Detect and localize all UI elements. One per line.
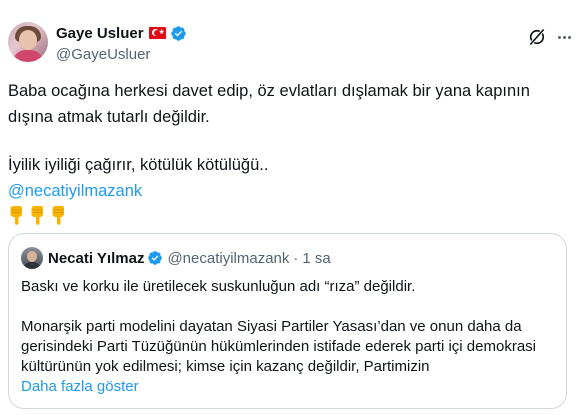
- author-header: Gaye Usluer ★ @GayeUsluer: [56, 24, 187, 63]
- show-more-link[interactable]: Daha fazla göster: [21, 377, 551, 397]
- tweet-paragraph: Baba ocağına herkesi davet edip, öz evla…: [8, 82, 530, 126]
- quoted-paragraph: Monarşik parti modelini dayatan Siyasi P…: [21, 318, 536, 375]
- tweet-text: Baba ocağına herkesi davet edip, öz evla…: [8, 78, 568, 225]
- mention-link[interactable]: @necatiyilmazank: [8, 178, 568, 204]
- quoted-author-handle: @necatiyilmazank: [167, 249, 290, 267]
- tweet-card: Gaye Usluer ★ @GayeUsluer Baba ocağına h…: [0, 0, 577, 415]
- tweet-paragraph: İyilik iyiliği çağırır, kötülük kötülüğü…: [8, 156, 269, 174]
- author-avatar[interactable]: [8, 22, 48, 62]
- quoted-tweet[interactable]: Necati Yılmaz @necatiyilmazank · 1 sa Ba…: [8, 233, 567, 409]
- pointing-down-hand-icon: [52, 206, 64, 225]
- author-handle[interactable]: @GayeUsluer: [56, 46, 187, 63]
- pointing-down-hand-icon: [10, 206, 22, 225]
- meta-separator: ·: [293, 249, 299, 267]
- quoted-avatar: [21, 247, 43, 269]
- author-name[interactable]: Gaye Usluer: [56, 25, 144, 42]
- quoted-author-name: Necati Yılmaz: [48, 249, 145, 267]
- quoted-paragraph: Baskı ve korku ile üretilecek suskunluğu…: [21, 278, 416, 295]
- emoji-row: [8, 205, 568, 225]
- turkey-flag-icon: ★: [148, 27, 166, 39]
- more-options-icon[interactable]: [553, 26, 575, 48]
- verified-badge-icon: [170, 25, 186, 41]
- quoted-header: Necati Yılmaz @necatiyilmazank · 1 sa: [21, 247, 331, 269]
- grok-icon[interactable]: [527, 27, 547, 47]
- quoted-text: Baskı ve korku ile üretilecek suskunluğu…: [21, 277, 551, 397]
- quoted-timestamp: 1 sa: [302, 249, 331, 267]
- verified-badge-icon: [148, 251, 163, 265]
- pointing-down-hand-icon: [31, 206, 43, 225]
